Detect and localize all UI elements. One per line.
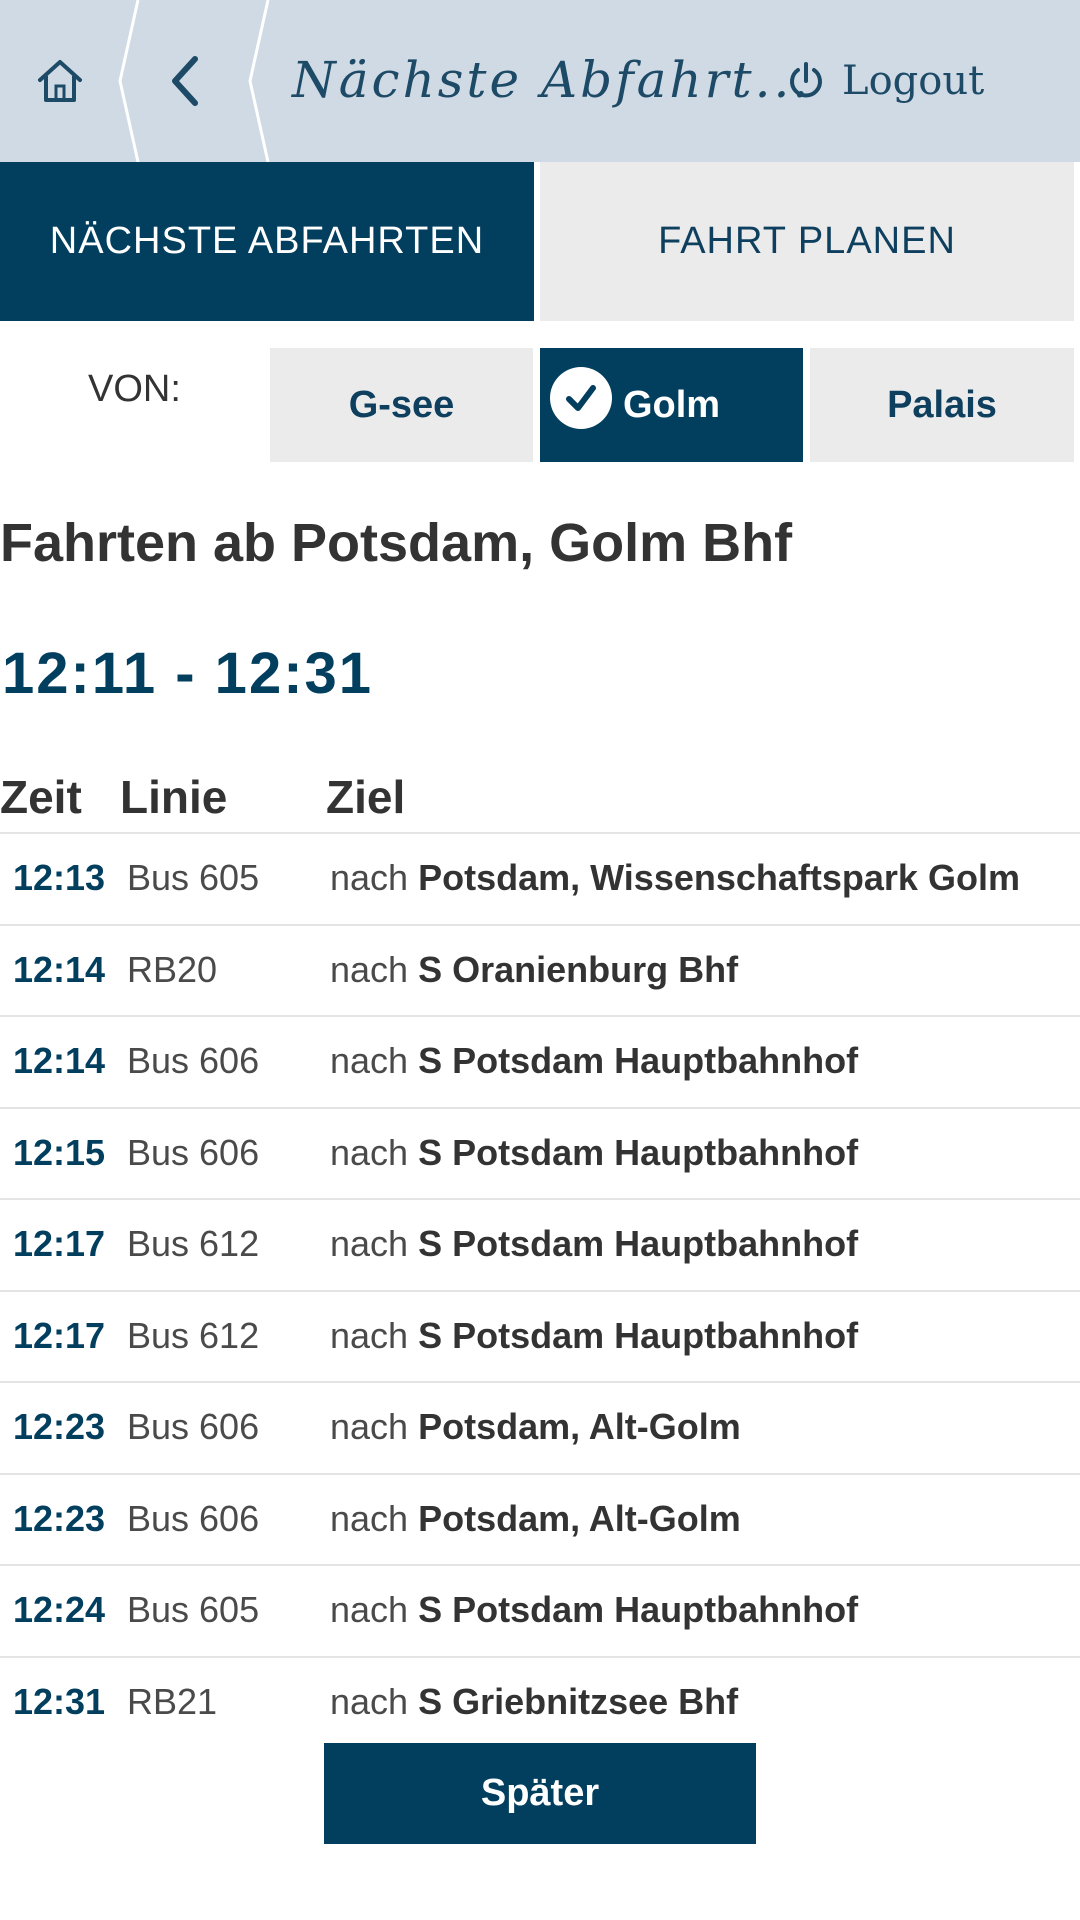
breadcrumb-separator: [248, 0, 270, 162]
departure-time: 12:23: [13, 1406, 106, 1447]
table-row: 12:14 Bus 606 nach S Potsdam Hauptbahnho…: [0, 1015, 1080, 1107]
destination-name: S Potsdam Hauptbahnhof: [418, 1131, 859, 1173]
app-header: Nächste Abfahrt... Logout: [0, 0, 1080, 162]
page-title: Fahrten ab Potsdam, Golm Bhf: [0, 513, 793, 573]
destination: nach S Potsdam Hauptbahnhof: [330, 1200, 858, 1288]
destination: nach S Potsdam Hauptbahnhof: [330, 1566, 858, 1654]
table-row: 12:17 Bus 612 nach S Potsdam Hauptbahnho…: [0, 1198, 1080, 1290]
stop-button-palais[interactable]: Palais: [810, 348, 1074, 462]
destination-name: S Potsdam Hauptbahnhof: [418, 1314, 859, 1356]
departure-time: 12:23: [13, 1497, 106, 1539]
departure-time: 12:17: [13, 1314, 106, 1356]
destination-prefix: nach: [330, 1040, 409, 1081]
destination-name: Potsdam, Alt-Golm: [418, 1497, 741, 1539]
departure-time: 12:13: [13, 857, 106, 898]
departure-time: 12:24: [13, 1589, 106, 1630]
tab-naechste-abfahrten[interactable]: NÄCHSTE ABFAHRTEN: [0, 162, 534, 321]
home-icon: [38, 60, 82, 102]
destination-prefix: nach: [330, 948, 409, 990]
destination-name: Potsdam, Alt-Golm: [418, 1406, 741, 1447]
logout-button[interactable]: Logout: [786, 48, 984, 114]
destination-prefix: nach: [330, 1406, 409, 1447]
time-range: 12:11 - 12:31: [2, 641, 374, 706]
destination-prefix: nach: [330, 857, 409, 898]
destination: nach Potsdam, Alt-Golm: [330, 1383, 741, 1471]
table-row: 12:24 Bus 605 nach S Potsdam Hauptbahnho…: [0, 1564, 1080, 1656]
destination-name: Potsdam, Wissenschaftspark Golm: [418, 857, 1020, 898]
table-row: 12:17 Bus 612 nach S Potsdam Hauptbahnho…: [0, 1289, 1080, 1382]
destination: nach S Potsdam Hauptbahnhof: [330, 1109, 858, 1197]
departure-time: 12:15: [13, 1131, 106, 1173]
destination-name: S Potsdam Hauptbahnhof: [418, 1223, 859, 1264]
line-name: RB20: [127, 948, 218, 990]
destination: nach S Oranienburg Bhf: [330, 926, 738, 1014]
line-name: Bus 606: [127, 1131, 260, 1173]
destination: nach S Griebnitzsee Bhf: [330, 1658, 738, 1746]
departure-time: 12:31: [13, 1680, 106, 1722]
line-name: Bus 612: [127, 1223, 260, 1264]
departure-time: 12:17: [13, 1223, 106, 1264]
destination: nach S Potsdam Hauptbahnhof: [330, 1017, 858, 1105]
column-header-zeit: Zeit: [0, 771, 82, 823]
line-name: Bus 606: [127, 1406, 260, 1447]
departure-time: 12:14: [13, 948, 106, 990]
table-row: 12:13 Bus 605 nach Potsdam, Wissenschaft…: [0, 832, 1080, 924]
destination-prefix: nach: [330, 1131, 409, 1173]
destination: nach Potsdam, Alt-Golm: [330, 1475, 741, 1563]
selected-badge: [550, 367, 612, 429]
destination-prefix: nach: [330, 1223, 409, 1264]
line-name: RB21: [127, 1680, 218, 1722]
logout-label: Logout: [842, 58, 985, 104]
destination-prefix: nach: [330, 1680, 409, 1722]
destination-prefix: nach: [330, 1589, 409, 1630]
chevron-left-icon: [172, 56, 198, 106]
departure-time: 12:14: [13, 1040, 106, 1081]
destination: nach Potsdam, Wissenschaftspark Golm: [330, 834, 1020, 922]
tab-fahrt-planen[interactable]: FAHRT PLANEN: [540, 162, 1074, 321]
line-name: Bus 605: [127, 857, 260, 898]
destination: nach S Potsdam Hauptbahnhof: [330, 1292, 858, 1380]
column-header-ziel: Ziel: [326, 771, 406, 823]
power-icon: [790, 62, 822, 98]
destination-name: S Potsdam Hauptbahnhof: [418, 1589, 859, 1630]
line-name: Bus 606: [127, 1497, 260, 1539]
home-button[interactable]: [0, 0, 120, 162]
stop-label-golm: Golm: [622, 383, 721, 426]
destination-name: S Oranienburg Bhf: [418, 948, 739, 990]
von-label: VON:: [88, 368, 181, 410]
line-name: Bus 606: [127, 1040, 260, 1081]
table-row: 12:15 Bus 606 nach S Potsdam Hauptbahnho…: [0, 1106, 1080, 1199]
column-header-linie: Linie: [120, 771, 228, 823]
page-header-title: Nächste Abfahrt...: [292, 51, 812, 109]
line-name: Bus 605: [127, 1589, 260, 1630]
table-row: 12:31 RB21 nach S Griebnitzsee Bhf: [0, 1655, 1080, 1748]
back-button[interactable]: [120, 0, 250, 162]
stop-button-gsee[interactable]: G-see: [270, 348, 533, 462]
later-button[interactable]: Später: [324, 1743, 756, 1844]
destination-prefix: nach: [330, 1314, 409, 1356]
check-icon: [566, 385, 596, 411]
table-row: 12:14 RB20 nach S Oranienburg Bhf: [0, 923, 1080, 1016]
destination-name: S Potsdam Hauptbahnhof: [418, 1040, 859, 1081]
destination-name: S Griebnitzsee Bhf: [418, 1680, 739, 1722]
table-row: 12:23 Bus 606 nach Potsdam, Alt-Golm: [0, 1472, 1080, 1565]
destination-prefix: nach: [330, 1497, 409, 1539]
table-row: 12:23 Bus 606 nach Potsdam, Alt-Golm: [0, 1381, 1080, 1473]
departures-table: 12:13 Bus 605 nach Potsdam, Wissenschaft…: [0, 832, 1080, 1747]
line-name: Bus 612: [127, 1314, 260, 1356]
